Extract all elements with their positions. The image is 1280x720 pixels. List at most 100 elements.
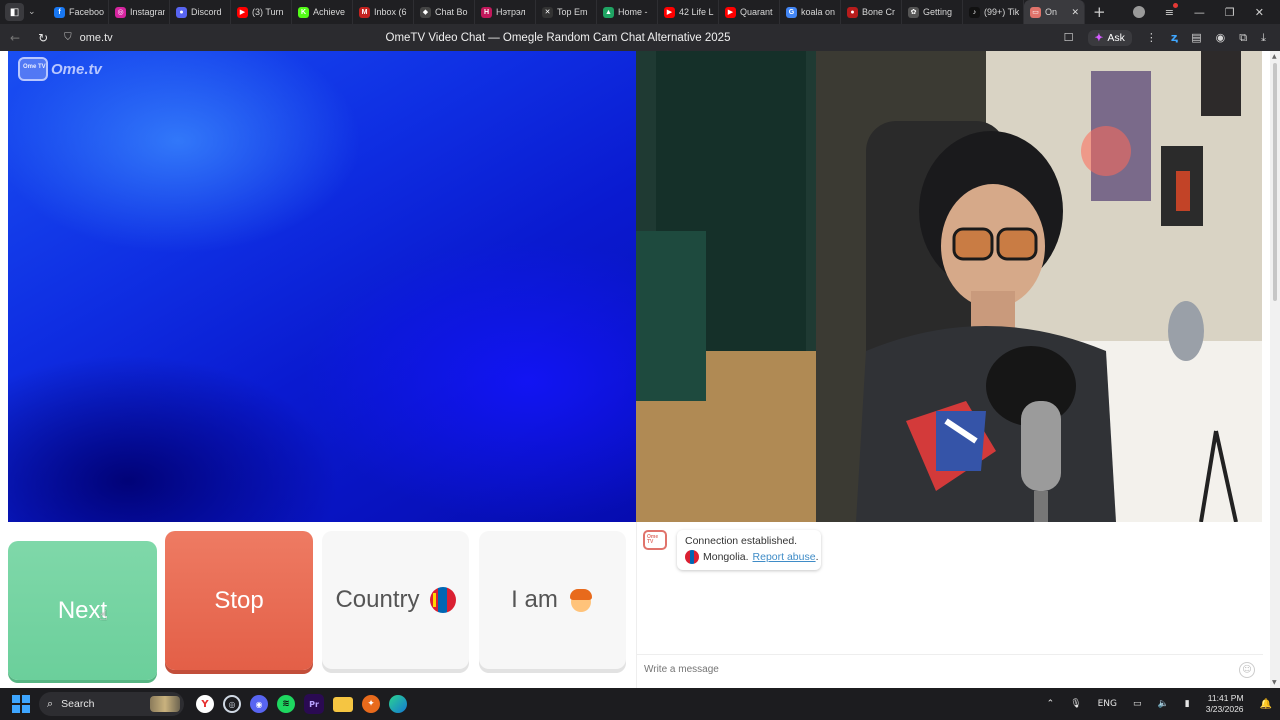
back-arrow-icon[interactable]: ← <box>10 31 20 45</box>
spotify-icon[interactable]: ≋ <box>277 695 295 713</box>
volume-icon[interactable]: 🔈 <box>1158 699 1169 709</box>
browser-tab[interactable]: ▶ 42 Life L <box>658 0 719 24</box>
browser-tab[interactable]: ● Bone Cr <box>841 0 902 24</box>
file-explorer-icon[interactable] <box>333 696 353 712</box>
edge-browser-icon[interactable] <box>389 695 407 713</box>
bookmark-icon[interactable]: ☐ <box>1064 31 1074 44</box>
site-shield-icon[interactable]: ⛉ <box>64 32 72 43</box>
browser-tab[interactable]: ♪ (99+) Tik <box>963 0 1024 24</box>
browser-tab[interactable]: f Facebook <box>48 0 109 24</box>
discord-app-icon[interactable]: ◉ <box>250 695 268 713</box>
media-player-icon[interactable]: ◉ <box>1216 31 1226 44</box>
address-bar-actions: ☐ ✦ Ask ⋮ ⱬ ▤ ◉ ⧉ ⤓ <box>1064 29 1280 46</box>
steam-icon[interactable]: ◎ <box>223 695 241 713</box>
scrollbar-thumb[interactable] <box>1273 63 1277 301</box>
chat-panel: Ome TV Connection established. Mongolia.… <box>636 522 1263 688</box>
notification-bell-icon[interactable]: 🔔 <box>1260 699 1272 710</box>
browser-tab[interactable]: ✿ Getting <box>902 0 963 24</box>
tab-label: Home - <box>618 7 648 17</box>
url-field[interactable]: ⛉ ome.tv <box>64 32 113 44</box>
profile-avatar[interactable] <box>1132 6 1145 18</box>
stop-button[interactable]: Stop <box>165 531 313 670</box>
yandex-browser-icon[interactable]: Y <box>196 695 214 713</box>
pinned-apps: Y ◎ ◉ ≋ Pr ✦ <box>196 694 407 714</box>
browser-tab-strip: ◧ ⌄ f Facebook ◎ Instagram ● Discord ▶ (3) Turn… <box>0 0 1280 24</box>
message-input-row: ☺ <box>637 654 1263 684</box>
message-input[interactable] <box>644 664 1204 675</box>
boy-emoji-icon <box>568 587 594 613</box>
browser-tab[interactable]: ▶ (3) Turn <box>231 0 292 24</box>
browser-menu-icon[interactable]: ≡ <box>1165 2 1178 19</box>
downloads-icon[interactable]: ⤓ <box>1261 31 1266 45</box>
mongolia-flag-small-icon <box>685 550 699 564</box>
ai-sparkle-icon: ✦ <box>1094 31 1104 44</box>
more-options-icon[interactable]: ⋮ <box>1146 31 1157 44</box>
report-abuse-link[interactable]: Report abuse <box>753 551 816 563</box>
browser-tab[interactable]: K Achieve <box>292 0 353 24</box>
minimize-button[interactable]: — <box>1194 6 1205 19</box>
youtube-icon: ▶ <box>664 6 675 18</box>
browser-tab[interactable]: ◎ Instagram <box>109 0 170 24</box>
discord-icon: ● <box>176 6 187 18</box>
tab-label: Achieve <box>313 7 346 17</box>
page-content: Ome TV Ome.tv Next Stop Country I am ☝ O… <box>0 51 1270 688</box>
browser-tab[interactable]: H Нэтрэл <box>475 0 536 24</box>
sidebar-toggle-icon[interactable]: ◧ <box>5 3 24 21</box>
restore-button[interactable]: ❐ <box>1225 6 1235 19</box>
network-icon[interactable]: ▭ <box>1133 699 1142 709</box>
taskbar-search[interactable]: ⌕ Search <box>39 692 184 716</box>
collections-icon[interactable]: ▤ <box>1191 31 1201 44</box>
google-icon: G <box>786 6 797 18</box>
tab-strip-controls: ◧ ⌄ <box>0 3 48 21</box>
scroll-up-arrow-icon[interactable]: ▲ <box>1272 53 1277 60</box>
tab-list-chevron-icon[interactable]: ⌄ <box>28 7 36 17</box>
page-title: OmeTV Video Chat — Omegle Random Cam Cha… <box>385 31 731 44</box>
stop-label: Stop <box>214 586 264 614</box>
page-scrollbar[interactable]: ▲ ▼ <box>1270 51 1280 688</box>
torch-browser-icon[interactable]: ✦ <box>362 695 380 713</box>
remote-video-feed <box>636 51 1262 522</box>
language-indicator[interactable]: ENG <box>1098 699 1117 709</box>
gender-button[interactable]: I am <box>479 531 626 669</box>
browser-tab[interactable]: M Inbox (6 <box>353 0 414 24</box>
battery-icon[interactable]: ▮ <box>1185 699 1190 709</box>
browser-tab[interactable]: ▶ Quarant <box>719 0 780 24</box>
new-tab-button[interactable]: + <box>1093 3 1106 21</box>
clock[interactable]: 11:41 PM 3/23/2026 <box>1206 693 1244 715</box>
tab-label: Top Em <box>557 7 588 17</box>
ometv-logo[interactable]: Ome TV Ome.tv <box>18 57 102 81</box>
extension-icon[interactable]: ⱬ <box>1171 31 1177 44</box>
browser-tab[interactable]: ● Discord <box>170 0 231 24</box>
premiere-pro-icon[interactable]: Pr <box>304 694 324 714</box>
windows-taskbar: ⌕ Search Y ◎ ◉ ≋ Pr ✦ ⌃ 🎙 ENG ▭ 🔈 ▮ 11:4… <box>0 688 1280 720</box>
next-button[interactable]: Next <box>8 541 157 680</box>
ask-ai-button[interactable]: ✦ Ask <box>1087 29 1132 46</box>
browser-tab[interactable]: ▲ Home - <box>597 0 658 24</box>
screenshot-icon[interactable]: ⧉ <box>1239 31 1247 45</box>
gmail-icon: M <box>359 6 370 18</box>
url-text[interactable]: ome.tv <box>80 32 113 44</box>
emoji-picker-icon[interactable]: ☺ <box>1239 662 1255 678</box>
tab-label: Bone Cr <box>862 7 896 17</box>
tab-label: Quarant <box>740 7 773 17</box>
browser-tab[interactable]: ▭ On ✕ <box>1024 0 1085 24</box>
ometv-icon: ▭ <box>1030 6 1041 18</box>
tray-overflow-chevron-icon[interactable]: ⌃ <box>1047 699 1055 709</box>
country-button[interactable]: Country <box>322 531 469 669</box>
logo-badge-text: Ome TV <box>23 64 46 70</box>
close-window-button[interactable]: ✕ <box>1255 6 1264 19</box>
tab-label: Inbox (6 <box>374 7 407 17</box>
browser-tab[interactable]: ✕ Top Em <box>536 0 597 24</box>
browser-tab[interactable]: ◆ Chat Bo <box>414 0 475 24</box>
close-tab-icon[interactable]: ✕ <box>1071 7 1079 18</box>
address-bar: ← ↻ ⛉ ome.tv OmeTV Video Chat — Omegle R… <box>0 24 1280 51</box>
tab-label: koala on <box>801 7 836 17</box>
windows-start-icon[interactable] <box>12 695 30 713</box>
browser-tab[interactable]: Gkoala on <box>780 0 841 24</box>
drive-icon: ▲ <box>603 6 614 18</box>
reload-icon[interactable]: ↻ <box>38 31 48 45</box>
microphone-icon[interactable]: 🎙 <box>1070 699 1081 709</box>
facebook-icon: f <box>54 6 65 18</box>
mongolia-flag-icon <box>429 587 456 613</box>
scroll-down-arrow-icon[interactable]: ▼ <box>1272 679 1277 686</box>
